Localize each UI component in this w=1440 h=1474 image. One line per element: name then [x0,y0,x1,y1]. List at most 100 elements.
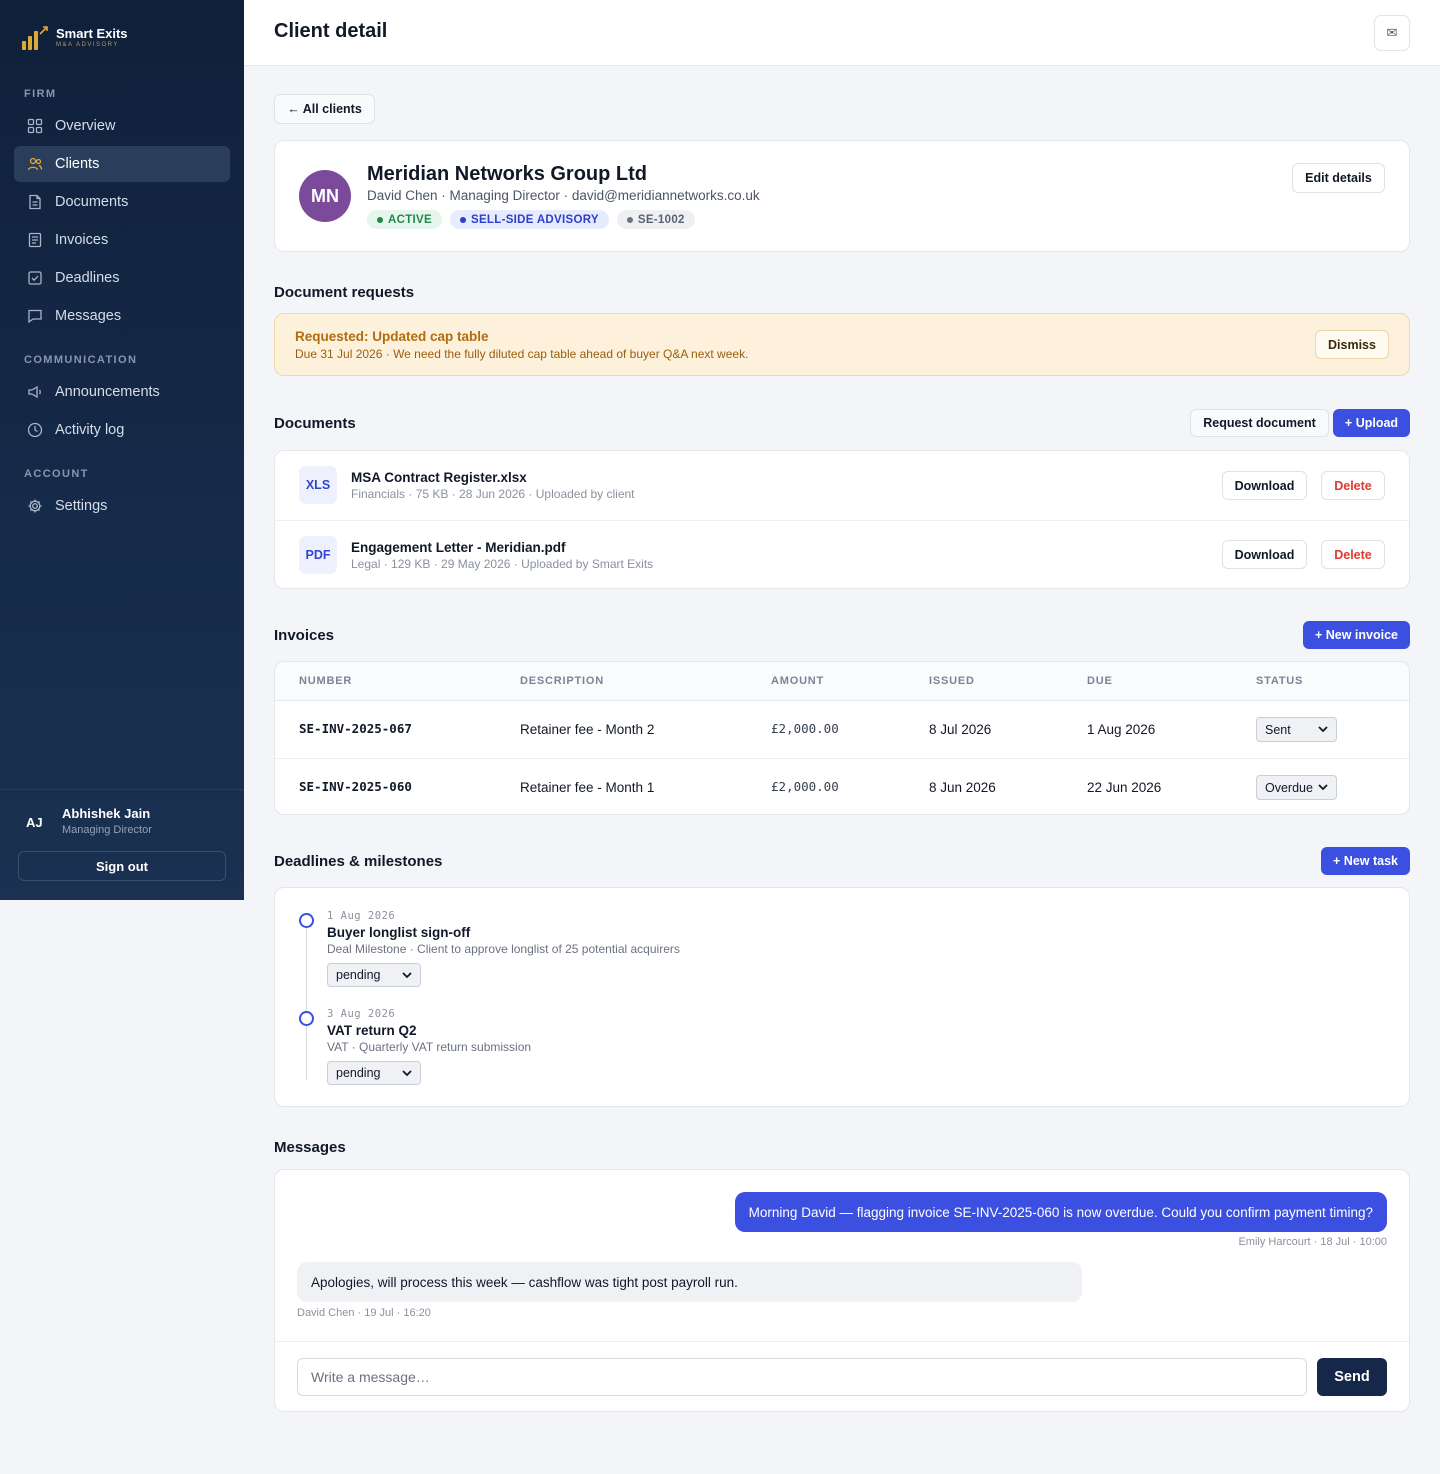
sidebar-item-label: Invoices [55,232,109,248]
brand[interactable]: Smart Exits M&A ADVISORY [22,26,128,50]
sidebar-item-label: Announcements [55,384,160,400]
documents-list: XLS MSA Contract Register.xlsx Financial… [274,450,1410,589]
timeline-line [306,924,307,1080]
sidebar-item-documents[interactable]: Documents [14,184,230,220]
column-header: AMOUNT [771,675,825,687]
brand-name: Smart Exits [56,26,128,41]
status-badge: ACTIVE [367,210,442,229]
table-row: SE-INV-2025-067 Retainer fee - Month 2 £… [275,701,1409,758]
column-header: DUE [1087,675,1113,687]
deadline-status-select[interactable]: pending [327,963,421,987]
chat-icon [28,309,42,324]
send-button[interactable]: Send [1317,1358,1387,1396]
megaphone-icon [28,385,41,399]
deadline-title: Buyer longlist sign-off [327,925,471,940]
status-select[interactable]: Overdue [1256,775,1337,800]
invoice-due: 22 Jun 2026 [1087,780,1162,795]
sidebar-item-clients[interactable]: Clients [14,146,230,182]
delete-button[interactable]: Delete [1321,471,1385,500]
sidebar-item-deadlines[interactable]: Deadlines [14,260,230,296]
back-to-clients-button[interactable]: ← All clients [274,94,375,124]
nav-section-communication: COMMUNICATION [24,354,138,366]
deadline-description: Deal Milestone · Client to approve longl… [327,942,680,956]
page-title: Client detail [274,20,388,42]
client-avatar: MN [299,170,351,222]
sidebar-item-announcements[interactable]: Announcements [14,374,230,410]
dismiss-button[interactable]: Dismiss [1315,330,1389,359]
client-contact: David Chen · Managing Director · david@m… [367,188,760,203]
sidebar-item-label: Activity log [55,422,125,438]
invoices-title: Invoices [274,627,335,644]
user-panel: AJ Abhishek Jain Managing Director Sign … [0,789,244,900]
edit-details-button[interactable]: Edit details [1292,163,1385,193]
status-select-value: pending [336,968,381,982]
message-composer: Send [275,1341,1409,1412]
invoice-amount: £2,000.00 [771,779,839,794]
sidebar-item-overview[interactable]: Overview [14,108,230,144]
users-icon [27,157,43,171]
clock-icon [27,422,43,438]
delete-button[interactable]: Delete [1321,540,1385,569]
list-item: PDF Engagement Letter - Meridian.pdf Leg… [275,520,1409,589]
invoice-number: SE-INV-2025-060 [299,779,412,794]
logo-icon [22,26,48,50]
chevron-down-icon [402,1069,412,1076]
sidebar-item-settings[interactable]: Settings [14,488,230,524]
new-task-button[interactable]: + New task [1321,847,1410,875]
deadlines-title: Deadlines & milestones [274,853,443,870]
new-invoice-button[interactable]: + New invoice [1303,621,1410,649]
sidebar-item-messages[interactable]: Messages [14,298,230,334]
column-header: STATUS [1256,675,1304,687]
file-name: MSA Contract Register.xlsx [351,470,527,485]
chevron-down-icon [1318,784,1328,791]
deadline-title: VAT return Q2 [327,1023,417,1038]
status-select-value: Sent [1265,722,1291,737]
sidebar-item-invoices[interactable]: Invoices [14,222,230,258]
request-title: Requested: Updated cap table [295,329,489,344]
file-meta: Legal · 129 KB · 29 May 2026 · Uploaded … [351,557,654,571]
upload-button[interactable]: + Upload [1333,409,1410,437]
sidebar-item-label: Clients [55,156,100,172]
grid-icon [27,118,43,134]
client-badges: ACTIVE SELL-SIDE ADVISORY SE-1002 [367,210,695,229]
invoice-description: Retainer fee - Month 1 [520,780,655,795]
mail-button[interactable]: ✉ [1374,15,1410,51]
invoice-amount: £2,000.00 [771,721,839,736]
deadline-status-select[interactable]: pending [327,1061,421,1085]
user-role: Managing Director [62,824,152,836]
download-button[interactable]: Download [1222,471,1307,500]
sidebar: Smart Exits M&A ADVISORY FIRM Overview C… [0,0,244,900]
client-card: MN Meridian Networks Group Ltd David Che… [274,140,1410,252]
timeline-dot [299,1011,314,1026]
status-select-value: pending [336,1066,381,1080]
request-document-button[interactable]: Request document [1190,409,1329,437]
sidebar-item-activity-log[interactable]: Activity log [14,412,230,448]
status-select-value: Overdue [1265,780,1313,795]
invoice-number: SE-INV-2025-067 [299,721,412,736]
document-icon [29,194,41,210]
status-select[interactable]: Sent [1256,717,1337,742]
invoice-due: 1 Aug 2026 [1087,722,1156,737]
invoice-issued: 8 Jul 2026 [929,722,992,737]
message-thread: Morning David — flagging invoice SE-INV-… [274,1169,1410,1412]
deadlines-timeline: 1 Aug 2026 Buyer longlist sign-off Deal … [274,887,1410,1107]
column-header: NUMBER [299,675,353,687]
sign-out-button[interactable]: Sign out [18,851,226,881]
file-name: Engagement Letter - Meridian.pdf [351,540,566,555]
deadline-date: 3 Aug 2026 [327,1008,396,1020]
mail-icon: ✉ [1386,25,1398,40]
message-input[interactable] [297,1358,1307,1396]
nav-section-firm: FIRM [24,88,57,100]
service-badge: SELL-SIDE ADVISORY [449,210,609,229]
document-requests-title: Document requests [274,284,415,301]
sidebar-item-label: Settings [55,498,108,514]
chevron-down-icon [1318,726,1328,733]
download-button[interactable]: Download [1222,540,1307,569]
gear-icon [28,499,42,513]
sidebar-item-label: Deadlines [55,270,120,286]
spreadsheet-file-icon: XLS [299,466,337,504]
messages-title: Messages [274,1139,346,1156]
request-details: Due 31 Jul 2026 · We need the fully dilu… [295,347,749,361]
invoices-table: NUMBER DESCRIPTION AMOUNT ISSUED DUE STA… [274,661,1410,815]
outgoing-message: Morning David — flagging invoice SE-INV-… [734,1192,1387,1232]
